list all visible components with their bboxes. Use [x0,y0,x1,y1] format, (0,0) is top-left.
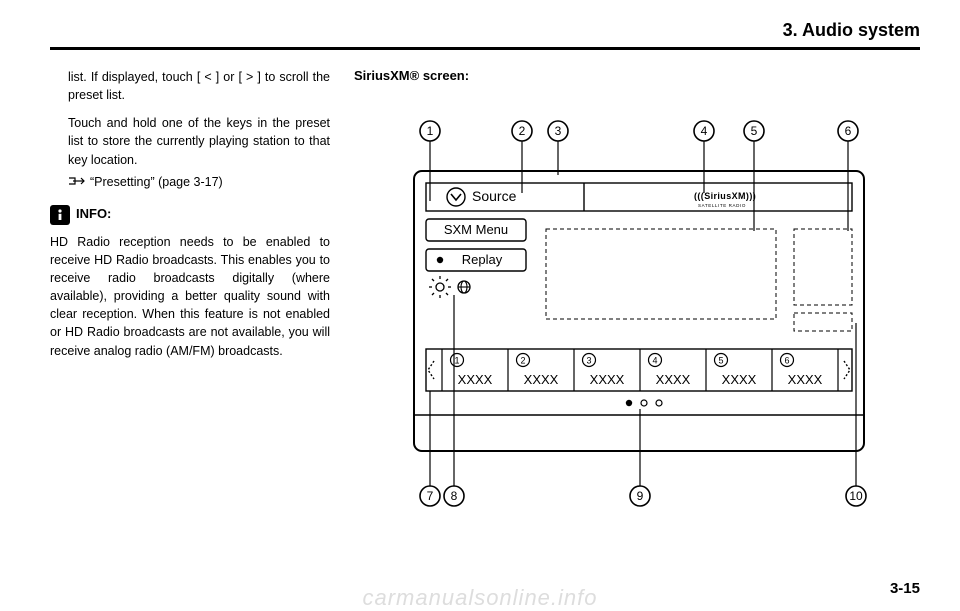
preset-scroll-right-icon [844,361,850,379]
svg-text:XXXX: XXXX [458,372,493,387]
preset-5: 5 XXXX [706,349,757,391]
preset-scroll-left-icon [428,361,434,379]
xref-icon [68,174,86,192]
brightness-icon [429,276,451,298]
svg-text:6: 6 [845,124,852,138]
callout-4: 4 [694,121,714,193]
callout-6: 6 [838,121,858,231]
callout-9: 9 [630,409,650,506]
header-divider [50,47,920,50]
svg-text:9: 9 [637,489,644,503]
svg-text:SXM Menu: SXM Menu [444,222,508,237]
siriusxm-title: SiriusXM® screen: [354,68,920,83]
info-heading: INFO: [50,205,330,225]
svg-text:8: 8 [451,489,458,503]
svg-text:5: 5 [718,356,723,366]
svg-text:7: 7 [427,489,434,503]
callout-1: 1 [420,121,440,201]
svg-text:1: 1 [454,356,459,366]
preset-2: 2 XXXX [508,349,559,391]
page-dot [656,400,662,406]
paragraph-scroll: list. If displayed, touch [ < ] or [ > ]… [50,68,330,104]
source-chevron-icon [447,188,465,206]
watermark: carmanualsonline.info [362,585,597,611]
svg-text:3: 3 [555,124,562,138]
content-placeholder-main [546,229,776,319]
siriusxm-diagram: 1 2 3 4 [354,101,894,521]
svg-text:SATELLITE RADIO: SATELLITE RADIO [698,203,746,208]
content-placeholder-small [794,313,852,331]
callout-3: 3 [548,121,568,175]
chapter-heading: 3. Audio system [50,20,920,41]
info-label: INFO: [76,205,111,224]
preset-6: 6 XXXX [772,349,838,391]
preset-3: 3 XXXX [574,349,625,391]
callout-8: 8 [444,295,464,506]
svg-text:XXXX: XXXX [590,372,625,387]
siriusxm-logo: (((SiriusXM))) SATELLITE RADIO [694,191,756,208]
svg-text:10: 10 [849,489,863,503]
page-dot-active [626,400,632,406]
body-columns: list. If displayed, touch [ < ] or [ > ]… [50,68,920,521]
callout-7: 7 [420,391,440,506]
svg-text:1: 1 [427,124,434,138]
paragraph-store: Touch and hold one of the keys in the pr… [50,114,330,168]
svg-text:XXXX: XXXX [656,372,691,387]
svg-text:Replay: Replay [462,252,503,267]
svg-text:2: 2 [520,356,525,366]
svg-text:2: 2 [519,124,526,138]
callout-2: 2 [512,121,532,193]
replay-dot-icon [437,257,443,263]
svg-text:XXXX: XXXX [722,372,757,387]
xref-text: “Presetting” (page 3-17) [90,175,223,189]
source-label: Source [472,188,517,204]
left-column: list. If displayed, touch [ < ] or [ > ]… [50,68,330,521]
svg-text:XXXX: XXXX [788,372,823,387]
svg-text:4: 4 [701,124,708,138]
svg-text:5: 5 [751,124,758,138]
globe-icon [458,281,470,293]
svg-text:XXXX: XXXX [524,372,559,387]
svg-text:4: 4 [652,356,657,366]
right-column: SiriusXM® screen: 1 2 3 [354,68,920,521]
page-dot [641,400,647,406]
paragraph-hdradio: HD Radio reception needs to be enabled t… [50,233,330,360]
callout-5: 5 [744,121,764,231]
info-icon [50,205,70,225]
page-number: 3-15 [890,580,920,597]
svg-text:(((SiriusXM))): (((SiriusXM))) [694,191,756,201]
xref-presetting: “Presetting” (page 3-17) [50,173,330,191]
svg-text:3: 3 [586,356,591,366]
preset-4: 4 XXXX [640,349,691,391]
content-placeholder-art [794,229,852,305]
svg-text:6: 6 [784,356,789,366]
preset-1: 1 XXXX [442,349,493,391]
